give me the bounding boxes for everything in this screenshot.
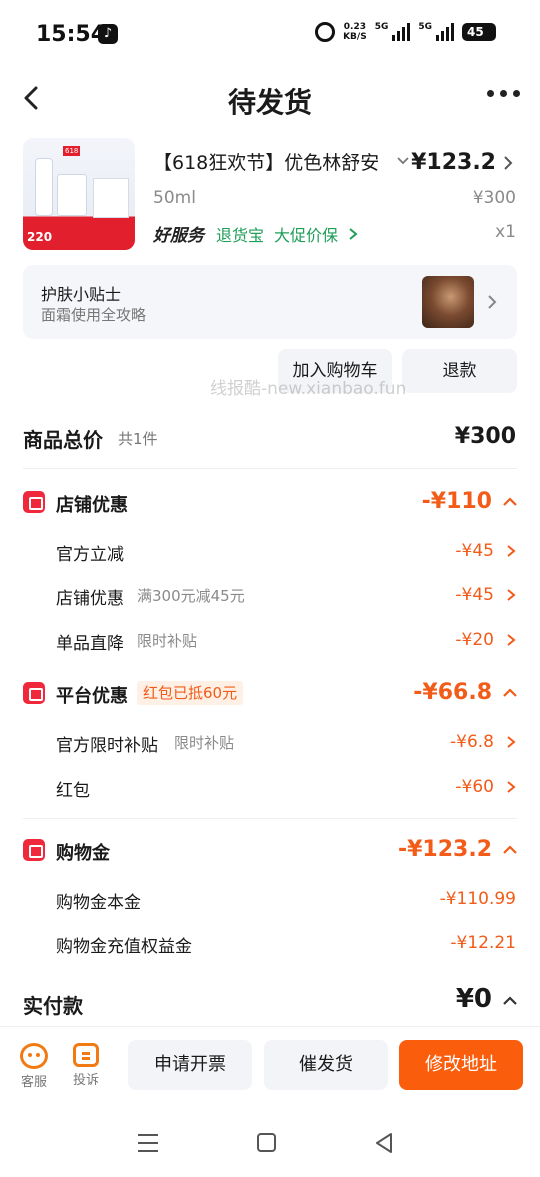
- shopping-gold-icon: [23, 839, 45, 861]
- customer-service-label: 客服: [20, 1075, 47, 1090]
- status-bar: 15:54 ♪ 0.23 KB/S 5G 5G 45: [0, 0, 540, 64]
- service-price-protect: 大促价保: [274, 225, 339, 245]
- thumb-tag: 618: [63, 146, 81, 156]
- gold-row-label: 购物金本金: [56, 893, 141, 913]
- complaint-label: 投诉: [72, 1073, 99, 1088]
- chevron-up-icon[interactable]: [502, 845, 518, 855]
- chevron-up-icon[interactable]: [502, 688, 518, 698]
- tip-subtitle: 面霜使用全攻略: [41, 306, 147, 324]
- service-return-insurance: 退货宝: [216, 225, 265, 245]
- chevron-right-icon[interactable]: [506, 780, 516, 794]
- product-title[interactable]: 【618狂欢节】优色林舒安: [153, 148, 385, 175]
- chevron-right-icon: [488, 295, 497, 309]
- chevron-right-icon: [349, 227, 358, 240]
- tiktok-icon: ♪: [98, 24, 118, 44]
- tip-image: [422, 276, 474, 328]
- customer-service-icon: [20, 1043, 48, 1069]
- chevron-up-icon[interactable]: [502, 996, 518, 1006]
- divider: [23, 468, 517, 469]
- store-icon: [23, 491, 45, 513]
- discount-row-amount: -¥6.8: [450, 732, 494, 752]
- product-thumbnail[interactable]: 618 220: [23, 138, 135, 250]
- nav-back-icon[interactable]: [374, 1132, 394, 1154]
- gold-row-amount: -¥110.99: [439, 889, 516, 909]
- discount-row-label: 官方限时补贴: [56, 736, 158, 756]
- total-count: 共1件: [118, 430, 158, 448]
- chevron-right-icon[interactable]: [506, 735, 516, 749]
- discount-row-amount: -¥60: [455, 777, 494, 797]
- sim1-label: 5G: [374, 22, 389, 32]
- modify-address-button[interactable]: 修改地址: [399, 1040, 523, 1090]
- product-spec: 50ml: [153, 188, 196, 208]
- thumb-bottle: [35, 158, 53, 216]
- page-title: 待发货: [227, 86, 312, 119]
- chevron-up-icon[interactable]: [502, 497, 518, 507]
- discount-row-note: 限时补贴: [137, 632, 198, 650]
- discount-row-label: 官方立减: [56, 545, 124, 565]
- total-label: 商品总价: [23, 428, 103, 452]
- chevron-right-icon[interactable]: [506, 588, 516, 602]
- discount-row-amount: -¥45: [455, 585, 494, 605]
- sim2-label: 5G: [418, 22, 432, 32]
- store-discount-title: 店铺优惠: [56, 495, 128, 516]
- platform-discount-title: 平台优惠: [56, 686, 128, 707]
- discount-row-amount: -¥45: [455, 541, 494, 561]
- net-speed: 0.23 KB/S: [343, 22, 367, 42]
- chevron-down-icon[interactable]: [396, 154, 410, 168]
- chevron-right-icon[interactable]: [506, 633, 516, 647]
- thumb-box: [93, 178, 129, 218]
- alarm-icon: [315, 22, 336, 42]
- battery-icon: 45: [462, 23, 496, 41]
- bottom-action-bar: 客服 投诉 申请开票 催发货 修改地址: [0, 1026, 540, 1100]
- chevron-right-icon[interactable]: [506, 544, 516, 558]
- service-row[interactable]: 好服务 退货宝 大促价保: [153, 221, 358, 246]
- signal-icon: [392, 23, 411, 41]
- skincare-tip-card[interactable]: 护肤小贴士 面霜使用全攻略: [23, 265, 517, 339]
- store-discount-amount: -¥110: [421, 489, 492, 514]
- divider: [23, 818, 517, 819]
- platform-discount-amount: -¥66.8: [413, 680, 492, 705]
- service-brand: 好服务: [153, 226, 204, 246]
- refund-button[interactable]: 退款: [402, 349, 517, 393]
- platform-icon: [23, 682, 45, 704]
- gold-row-label: 购物金充值权益金: [56, 937, 192, 957]
- shopping-gold-amount: -¥123.2: [397, 837, 492, 862]
- product-price: ¥123.2: [411, 150, 496, 175]
- nav-home-icon[interactable]: [257, 1133, 276, 1152]
- shopping-gold-title: 购物金: [56, 843, 110, 864]
- complaint-icon: [73, 1043, 99, 1067]
- urge-shipping-button[interactable]: 催发货: [264, 1040, 388, 1090]
- discount-row-label: 单品直降: [56, 634, 124, 654]
- actual-payment-label: 实付款: [23, 994, 83, 1018]
- discount-row-amount: -¥20: [455, 630, 494, 650]
- discount-row-note: 满300元减45元: [137, 587, 245, 605]
- discount-row-label: 红包: [56, 781, 90, 801]
- discount-row-label: 店铺优惠: [56, 589, 124, 609]
- nav-menu-icon[interactable]: [138, 1134, 158, 1152]
- thumb-jar: [57, 174, 87, 216]
- discount-row-note: 限时补贴: [174, 734, 235, 752]
- total-value: ¥300: [454, 424, 516, 449]
- product-quantity: x1: [495, 222, 516, 242]
- red-packet-badge: 红包已抵60元: [137, 681, 244, 705]
- status-indicators: 0.23 KB/S 5G 5G 45: [315, 22, 496, 42]
- apply-invoice-button[interactable]: 申请开票: [128, 1040, 252, 1090]
- status-time: 15:54: [36, 22, 107, 47]
- gold-row-amount: -¥12.21: [450, 933, 516, 953]
- more-icon[interactable]: [487, 90, 520, 97]
- signal-icon-2: [436, 23, 454, 41]
- watermark: 线报酷-new.xianbao.fun: [210, 379, 407, 399]
- tip-title: 护肤小贴士: [41, 285, 122, 304]
- product-original-price: ¥300: [472, 188, 516, 208]
- chevron-right-icon[interactable]: [502, 155, 514, 171]
- actual-payment-value: ¥0: [455, 984, 492, 1014]
- complaint-button[interactable]: 投诉: [66, 1043, 106, 1088]
- customer-service-button[interactable]: 客服: [14, 1043, 54, 1090]
- thumb-price: 220: [27, 230, 53, 244]
